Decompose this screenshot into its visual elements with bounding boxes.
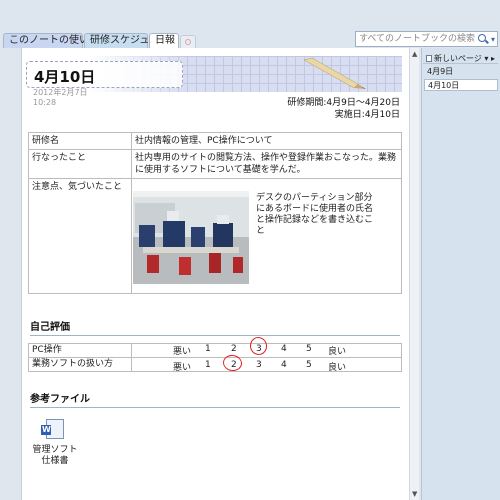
rating-value: 5 [306,360,312,370]
search-icon[interactable] [478,34,486,42]
rating-value: 4 [281,360,287,370]
rating-value: 2 [231,344,237,354]
training-period-text: 研修期間:4月9日〜4月20日 [287,98,400,108]
photo-note[interactable]: デスクのパーティション部分にあるボードに使用者の氏名と操作記録などを書き込むこと [256,193,376,237]
vertical-scrollbar[interactable]: ▲ ▼ [409,48,419,500]
scroll-down-icon[interactable]: ▼ [412,490,417,498]
new-page-icon [426,55,432,62]
table-cell-value[interactable]: 社内情報の管理、PC操作について [131,132,402,150]
table-cell-key[interactable]: 行なったこと [28,149,132,179]
chevron-down-icon[interactable]: ▾ [491,33,495,47]
table-row: 行なったこと 社内専用のサイトの閲覧方法、操作や登録作業おこなった。業務に使用す… [28,149,402,179]
training-period: 研修期間:4月9日〜4月20日 実施日:4月10日 [287,97,400,121]
tab-usage[interactable]: このノートの使い方 [3,33,99,48]
table-cell-key[interactable]: 研修名 [28,132,132,150]
rating-high-label: 良い [328,347,347,357]
table-cell-value[interactable]: 社内専用のサイトの閲覧方法、操作や登録作業おこなった。業務に使用するソフトについ… [131,149,402,179]
page-list-pane: 新しいページ ▾ ▸ [421,48,500,500]
rating-value: 4 [281,344,287,354]
table-row: 研修名 社内情報の管理、PC操作について [28,132,402,150]
page-list-item[interactable]: 4月9日 [424,66,498,78]
rating-value: 1 [205,360,211,370]
page-title[interactable]: 4月10日 [34,66,95,87]
references-heading[interactable]: 参考ファイル [30,390,400,408]
tab-schedule[interactable]: 研修スケジュール [84,33,169,48]
attachment-label[interactable]: 管理ソフト仕様書 [30,445,80,467]
scroll-up-icon[interactable]: ▲ [412,50,417,58]
tab-daily-report[interactable]: 日報 [149,33,179,49]
rating-value: 1 [205,344,211,354]
search-input[interactable]: すべてのノートブックの検索 (Ctrl+E) ▾ [355,31,498,58]
self-evaluation-heading[interactable]: 自己評価 [30,318,400,336]
rating-high-label: 良い [328,363,347,373]
rating-label[interactable]: PC操作 [28,343,132,358]
table-cell-key[interactable]: 注意点、気づいたこと [28,178,132,294]
rating-low-label: 悪い [173,363,192,373]
rating-value: 3 [256,360,262,370]
office-photo [133,191,249,284]
page-date-day: 2012年2月7日 [33,88,88,97]
pencil-image [303,58,366,89]
rating-value: 5 [306,344,312,354]
page-list-item-selected[interactable]: 4月10日 [424,79,498,91]
page-date: 2012年2月7日 10:28 [33,88,88,108]
rating-label[interactable]: 業務ソフトの扱い方 [28,357,132,372]
page-date-time: 10:28 [33,98,57,107]
add-tab-icon [185,39,191,45]
rating-low-label: 悪い [173,347,192,357]
rating-scale-cell[interactable] [131,357,402,372]
word-document-icon[interactable]: W [41,419,64,439]
page-list-divider [423,63,498,64]
implementation-date: 実施日:4月10日 [334,110,400,120]
add-section-tab[interactable] [180,35,196,48]
new-page-label: 新しいページ [434,54,482,63]
